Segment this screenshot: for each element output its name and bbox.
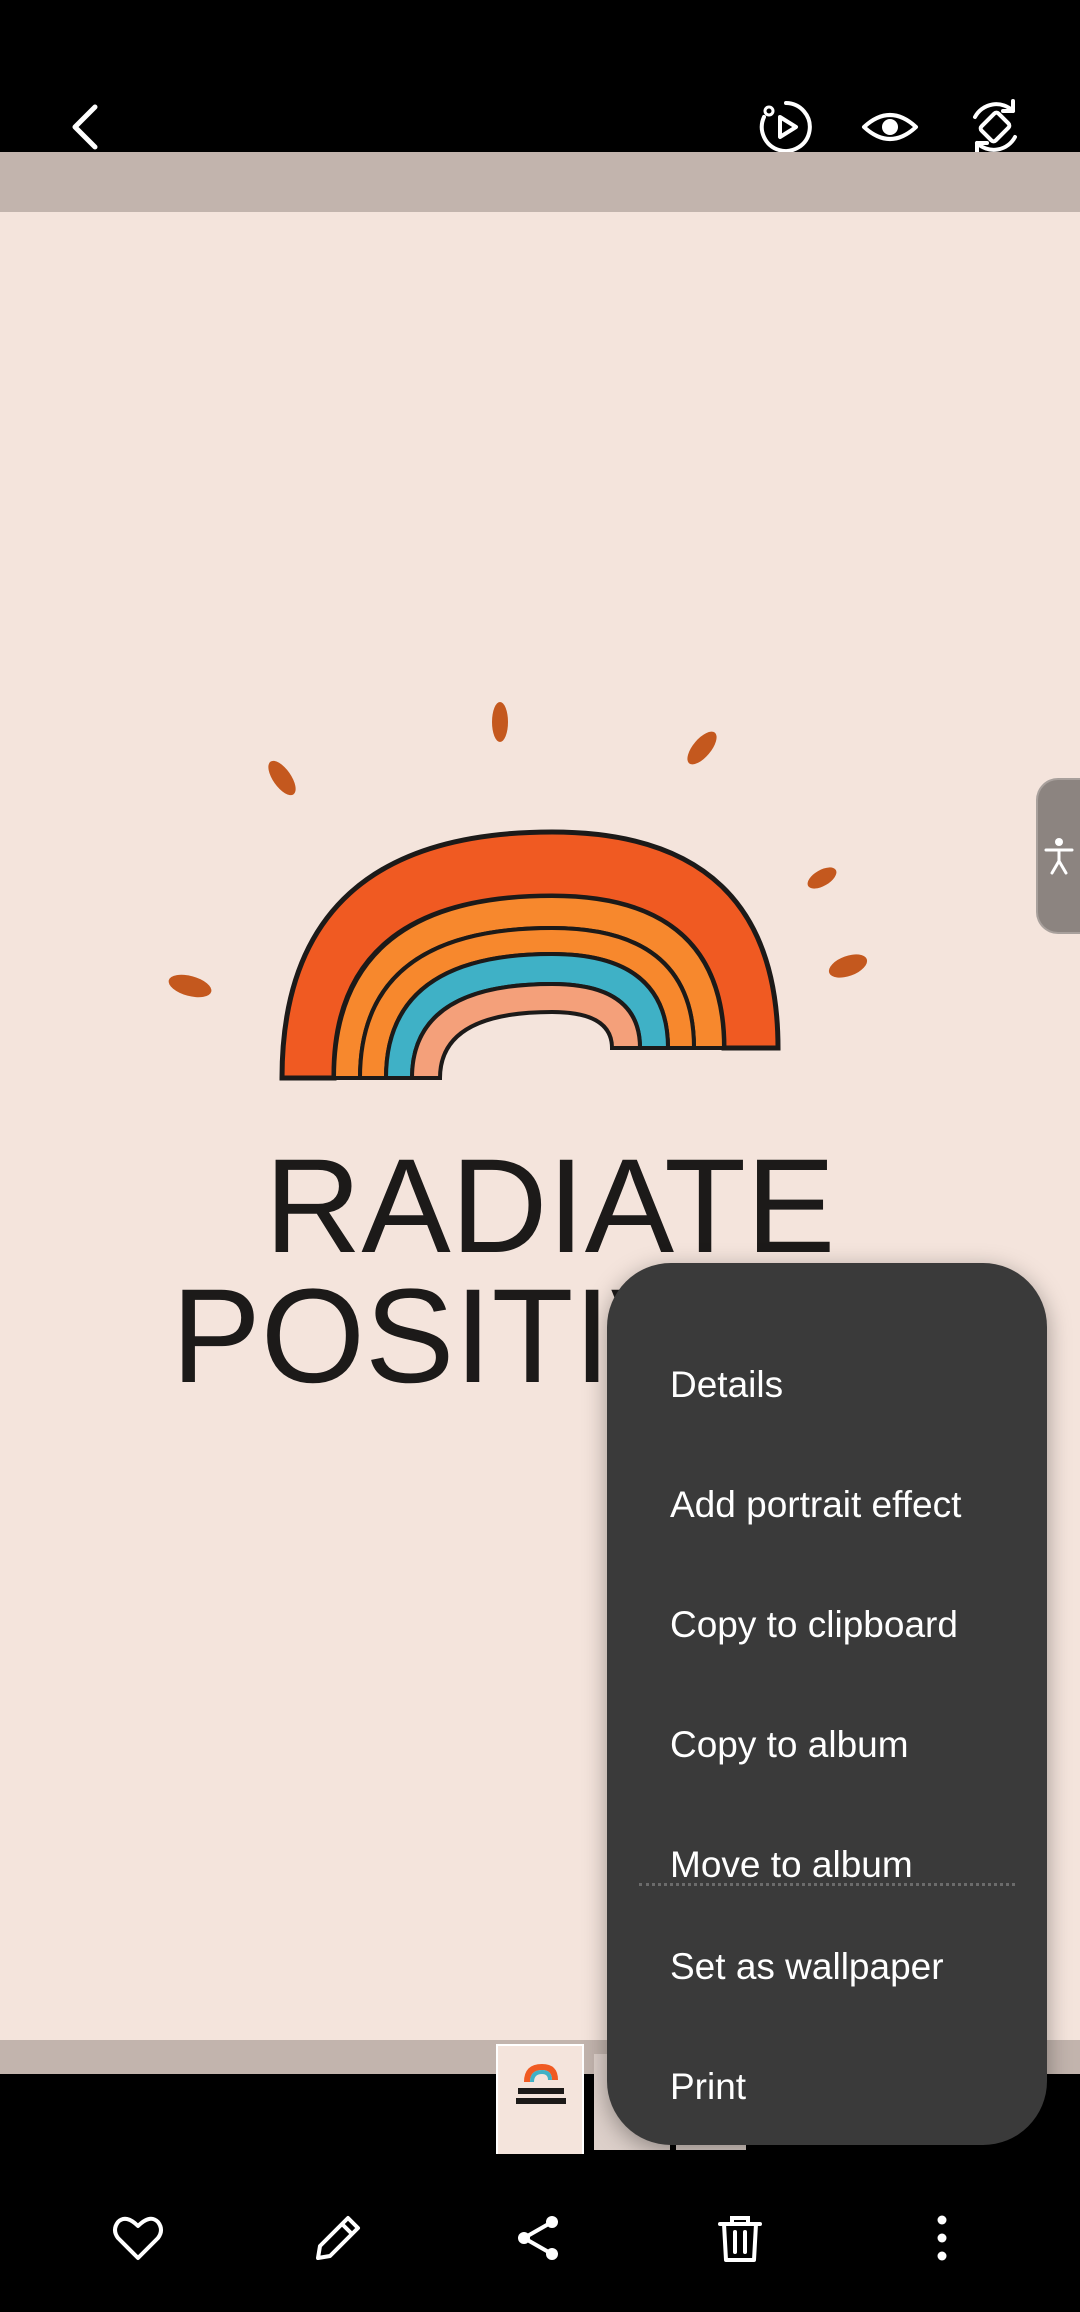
- thumbnail-artwork: [516, 2064, 566, 2104]
- menu-item-print[interactable]: Print: [607, 2027, 1047, 2147]
- heart-icon: [113, 2216, 163, 2260]
- pencil-icon: [316, 2216, 360, 2260]
- motion-play-icon: [759, 101, 812, 153]
- share-icon: [518, 2216, 558, 2260]
- more-vertical-icon: [937, 2215, 947, 2261]
- delete-button[interactable]: [708, 2206, 772, 2270]
- menu-item-copy-to-album[interactable]: Copy to album: [607, 1685, 1047, 1805]
- eye-icon: [862, 113, 918, 141]
- share-button[interactable]: [506, 2206, 570, 2270]
- more-options-button[interactable]: [910, 2206, 974, 2270]
- menu-item-details[interactable]: Details: [607, 1325, 1047, 1445]
- rainbow: [279, 829, 781, 1081]
- menu-item-add-portrait-effect[interactable]: Add portrait effect: [607, 1445, 1047, 1565]
- chevron-left-icon: [72, 104, 98, 150]
- menu-item-copy-to-clipboard[interactable]: Copy to clipboard: [607, 1565, 1047, 1685]
- photo-text-line1: RADIATE: [265, 1132, 836, 1281]
- edit-button[interactable]: [306, 2206, 370, 2270]
- accessibility-icon: [1044, 838, 1074, 875]
- favorite-button[interactable]: [106, 2206, 170, 2270]
- rotate-icon: [973, 99, 1017, 155]
- accessibility-button[interactable]: [1036, 778, 1080, 934]
- menu-item-set-as-wallpaper[interactable]: Set as wallpaper: [607, 1907, 1047, 2027]
- more-options-menu: Details Add portrait effect Copy to clip…: [607, 1263, 1047, 2145]
- trash-icon: [718, 2216, 762, 2262]
- filmstrip-thumbnail-current[interactable]: [496, 2044, 584, 2158]
- menu-divider: [639, 1883, 1015, 1886]
